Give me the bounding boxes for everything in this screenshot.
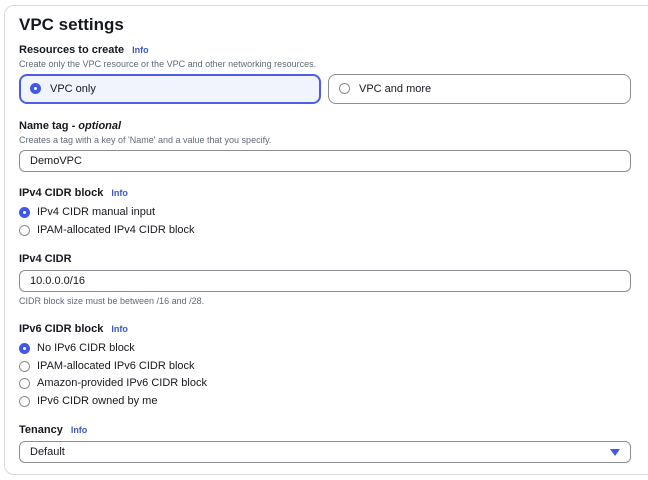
name-tag-description: Creates a tag with a key of 'Name' and a… xyxy=(19,135,272,145)
ipv6-block-label: IPv6 CIDR block Info xyxy=(19,323,128,335)
ipv4-cidr-label: IPv4 CIDR xyxy=(19,253,72,265)
name-tag-label-text: Name tag - xyxy=(19,120,79,132)
caret-down-icon xyxy=(610,449,620,456)
tenancy-select[interactable]: Default xyxy=(19,441,631,463)
ipv4-cidr-hint: CIDR block size must be between /16 and … xyxy=(19,296,205,306)
radio-vpc-and-more[interactable] xyxy=(339,83,350,94)
tile-vpc-and-more-label: VPC and more xyxy=(359,83,432,95)
radio-vpc-only[interactable] xyxy=(30,83,41,94)
radio-ipv4-manual-input-button[interactable] xyxy=(19,207,30,218)
radio-owned-ipv6-label: IPv6 CIDR owned by me xyxy=(37,395,158,407)
radio-amazon-ipv6-button[interactable] xyxy=(19,378,30,389)
name-tag-optional: optional xyxy=(78,120,122,132)
ipv4-block-label-text: IPv4 CIDR block xyxy=(19,187,104,199)
ipv4-cidr-input[interactable] xyxy=(19,270,631,292)
ipv4-block-info-link[interactable]: Info xyxy=(111,188,128,198)
radio-owned-ipv6-button[interactable] xyxy=(19,396,30,407)
tenancy-info-link[interactable]: Info xyxy=(71,425,88,435)
tile-vpc-and-more[interactable]: VPC and more xyxy=(328,74,631,104)
radio-ipam-ipv4-button[interactable] xyxy=(19,225,30,236)
radio-ipam-ipv6-label: IPAM-allocated IPv6 CIDR block xyxy=(37,360,195,372)
tile-vpc-only-label: VPC only xyxy=(50,83,96,95)
tile-vpc-only[interactable]: VPC only xyxy=(19,74,321,104)
radio-no-ipv6-button[interactable] xyxy=(19,343,30,354)
tenancy-select-value: Default xyxy=(30,446,65,458)
radio-amazon-ipv6-label: Amazon-provided IPv6 CIDR block xyxy=(37,377,207,389)
resources-label-text: Resources to create xyxy=(19,44,125,56)
tenancy-label: Tenancy Info xyxy=(19,424,87,436)
radio-ipam-ipv4-label: IPAM-allocated IPv4 CIDR block xyxy=(37,224,195,236)
name-tag-label: Name tag - optional xyxy=(19,120,121,132)
ipv6-block-info-link[interactable]: Info xyxy=(111,324,128,334)
tenancy-label-text: Tenancy xyxy=(19,424,63,436)
radio-no-ipv6-label: No IPv6 CIDR block xyxy=(37,342,135,354)
radio-ipv4-manual-input-label: IPv4 CIDR manual input xyxy=(37,206,155,218)
radio-ipam-ipv6-button[interactable] xyxy=(19,361,30,372)
ipv4-block-label: IPv4 CIDR block Info xyxy=(19,187,128,199)
ipv6-block-label-text: IPv6 CIDR block xyxy=(19,323,104,335)
resources-label: Resources to create Info xyxy=(19,44,149,56)
section-title: VPC settings xyxy=(19,15,124,34)
resources-description: Create only the VPC resource or the VPC … xyxy=(19,59,317,69)
resources-info-link[interactable]: Info xyxy=(132,45,149,55)
name-tag-input[interactable] xyxy=(19,150,631,172)
